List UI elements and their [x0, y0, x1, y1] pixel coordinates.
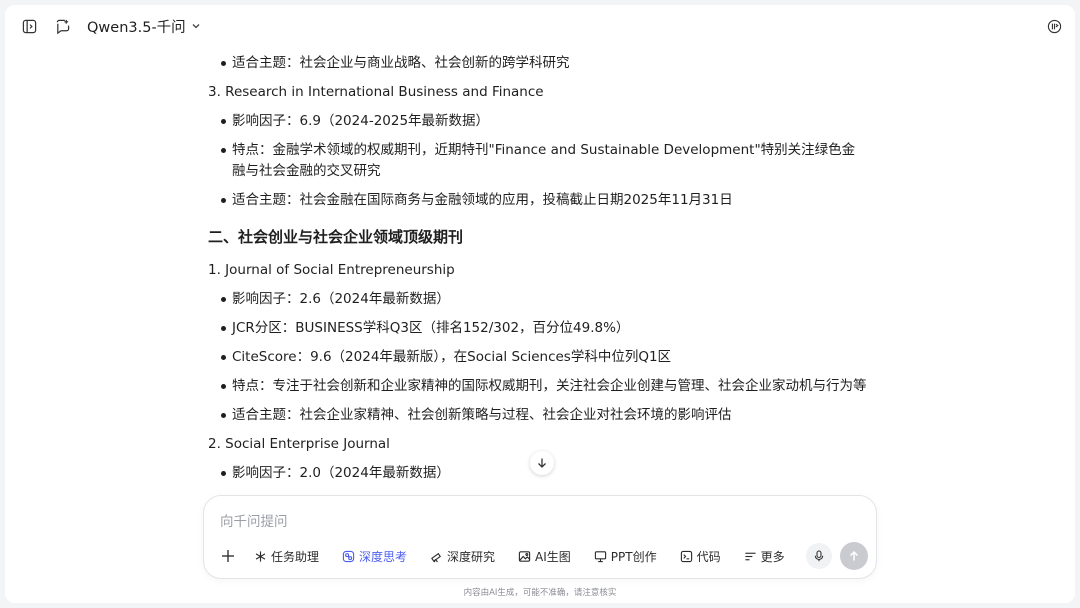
- attach-button[interactable]: [218, 546, 238, 566]
- asterisk-icon: [255, 550, 266, 562]
- bullet-item: 适合主题：社会企业与商业战略、社会创新的跨学科研究: [203, 53, 867, 74]
- ppt-create-button[interactable]: PPT创作: [594, 548, 657, 565]
- ai-image-button[interactable]: AI生图: [518, 548, 571, 565]
- new-chat-icon: [56, 19, 69, 34]
- ai-image-label: AI生图: [535, 549, 571, 564]
- bullet-item: 影响因子：2.6（2024年最新数据）: [203, 289, 867, 310]
- plus-icon: [222, 550, 234, 562]
- more-button[interactable]: 更多: [744, 548, 785, 565]
- new-chat-button[interactable]: [52, 16, 72, 36]
- arrow-down-icon: [538, 458, 546, 468]
- deep-think-button[interactable]: 深度思考: [342, 548, 407, 565]
- section-heading: 二、社会创业与社会企业领域顶级期刊: [208, 228, 464, 246]
- numbered-item: 3. Research in International Business an…: [208, 84, 544, 100]
- deep-think-label: 深度思考: [359, 549, 408, 564]
- ai-disclaimer: 内容由AI生成，可能不准确，请注意核实: [463, 588, 617, 598]
- send-button[interactable]: [840, 542, 868, 570]
- bullet-item: CiteScore：9.6（2024年最新版），在Social Sciences…: [203, 347, 867, 368]
- bullet-item: 影响因子：6.9（2024-2025年最新数据）: [203, 111, 867, 132]
- terminal-icon: [680, 550, 692, 562]
- bullet-item: 适合主题：社会企业家精神、社会创新策略与过程、社会企业对社会环境的影响评估: [203, 405, 867, 426]
- deep-think-icon: [342, 550, 355, 562]
- prompt-input[interactable]: [220, 512, 780, 532]
- code-button[interactable]: 代码: [680, 548, 721, 565]
- chat-window: Qwen3.5-千问 适合主题：社会企业与商业战略、社会创新的跨学科研究 3. R…: [5, 5, 1075, 603]
- image-icon: [518, 550, 531, 562]
- task-assistant-label: 任务助理: [271, 549, 320, 564]
- user-button[interactable]: [1044, 16, 1064, 36]
- deep-research-label: 深度研究: [447, 549, 496, 564]
- composer-toolbar: 任务助理 深度思考 深度研究 AI生图 PPT创作 代码 更多: [218, 545, 808, 567]
- bullet-item: 特点：专注于社会创新和企业家精神的国际权威期刊，关注社会企业创建与管理、社会企业…: [203, 376, 867, 397]
- telescope-icon: [431, 552, 442, 562]
- bullet-item: 适合主题：社会金融在国际商务与金融领域的应用，投稿截止日期2025年11月31日: [203, 190, 867, 211]
- arrow-up-icon: [849, 550, 859, 561]
- user-icon: [1047, 19, 1061, 33]
- sidebar-toggle-button[interactable]: [19, 16, 39, 36]
- model-name: Qwen3.5-千问: [87, 19, 186, 36]
- menu-lines-icon: [745, 552, 756, 560]
- scroll-to-bottom-button[interactable]: [530, 451, 554, 475]
- bullet-item: 特点：金融学术领域的权威期刊，近期特刊"Finance and Sustaina…: [203, 140, 867, 182]
- numbered-item: 1. Journal of Social Entrepreneurship: [208, 262, 455, 278]
- deep-research-button[interactable]: 深度研究: [430, 548, 495, 565]
- sidebar-toggle-icon: [22, 19, 36, 33]
- bullet-item: JCR分区：BUSINESS学科Q3区（排名152/302，百分位49.8%）: [203, 318, 867, 339]
- chevron-down-icon: [192, 24, 200, 29]
- more-label: 更多: [760, 549, 785, 564]
- composer: 任务助理 深度思考 深度研究 AI生图 PPT创作 代码 更多: [203, 495, 877, 579]
- code-label: 代码: [696, 549, 721, 564]
- model-selector[interactable]: Qwen3.5-千问: [87, 15, 201, 37]
- ppt-create-label: PPT创作: [610, 549, 657, 564]
- top-bar: Qwen3.5-千问: [5, 5, 1075, 47]
- microphone-icon: [814, 550, 824, 562]
- message-content: 适合主题：社会企业与商业战略、社会创新的跨学科研究 3. Research in …: [203, 53, 867, 499]
- voice-input-button[interactable]: [806, 543, 832, 569]
- task-assistant-button[interactable]: 任务助理: [254, 548, 319, 565]
- presentation-icon: [594, 550, 606, 562]
